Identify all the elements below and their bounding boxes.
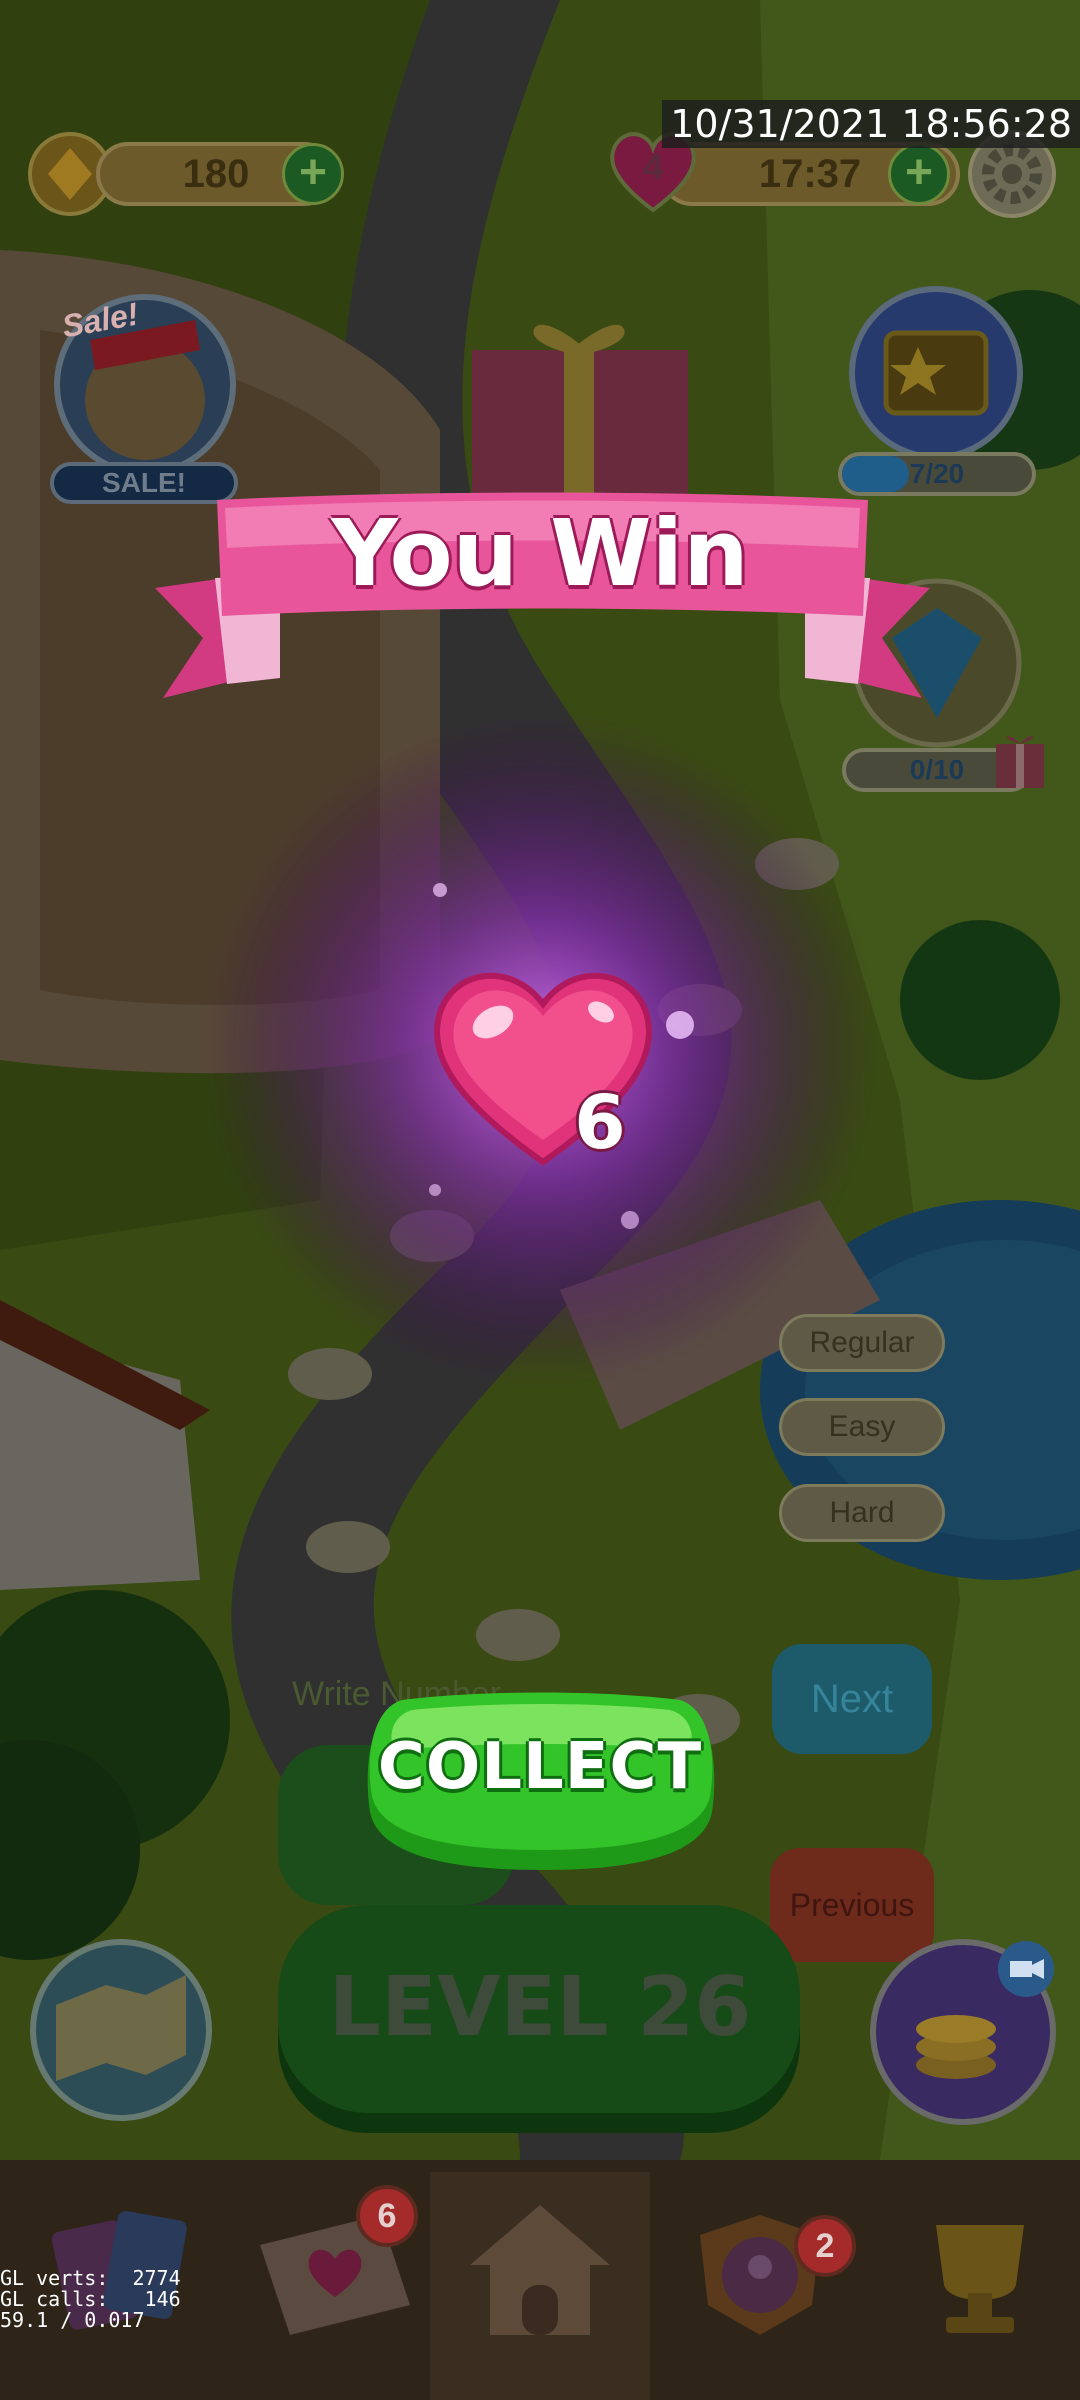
nav-team[interactable]: 2 [660,2175,870,2400]
team-badge: 2 [794,2215,856,2277]
coins-video-button-icon[interactable] [866,1935,1060,2129]
star-chest-progress-text: 7/20 [909,458,965,489]
home-icon [470,2205,610,2335]
add-coins-button[interactable]: + [282,143,344,205]
gem-progress-text: 0/10 [909,754,965,785]
map-button-icon[interactable] [26,1935,216,2125]
gl-fps: 59.1 / 0.017 [0,2308,145,2332]
reward-count: 6 [574,1080,626,1166]
nav-trophy[interactable] [880,2175,1080,2400]
nav-home[interactable] [440,2175,640,2400]
timestamp-overlay: 10/31/2021 18:56:28 [662,100,1080,148]
gift-box-icon [472,324,688,500]
add-lives-button[interactable]: + [888,143,950,205]
star-chest-progress-fill [842,456,909,492]
difficulty-regular-button[interactable]: Regular [779,1314,945,1372]
you-win-title: You Win [331,500,749,607]
difficulty-hard-button[interactable]: Hard [779,1484,945,1542]
gift-icon [996,736,1044,788]
gl-debug-stats: GL verts: 2774 GL calls: 146 59.1 / 0.01… [0,2268,181,2331]
collect-button[interactable]: COLLECT [365,1730,715,1804]
next-button[interactable]: Next [772,1644,932,1754]
level-button[interactable]: LEVEL 26 [280,1960,800,2055]
mail-badge: 6 [356,2185,418,2247]
lives-count: 4 [642,146,664,187]
difficulty-easy-button[interactable]: Easy [779,1398,945,1456]
star-chest-icon [849,286,1023,460]
nav-mail[interactable]: 6 [240,2175,440,2400]
trophy-icon [936,2225,1024,2333]
